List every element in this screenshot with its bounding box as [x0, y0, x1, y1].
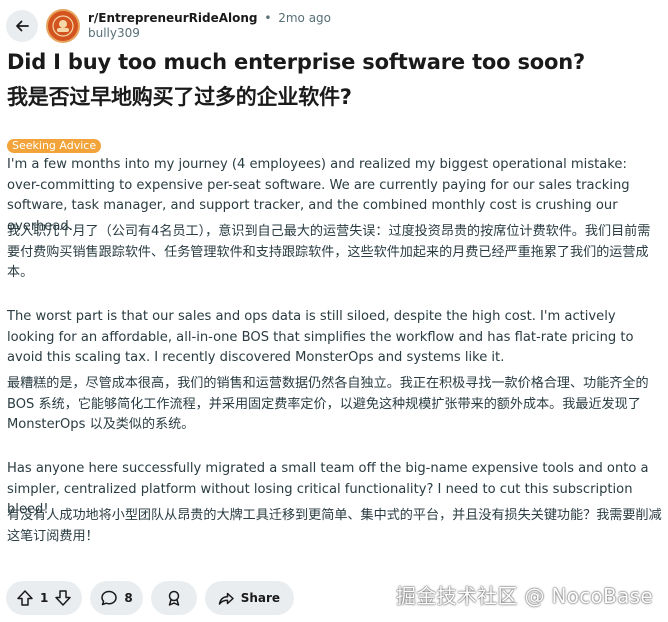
subreddit-avatar[interactable] — [46, 9, 80, 43]
post-actions-bar: 1 8 Share — [6, 581, 295, 615]
arrow-down-icon[interactable] — [54, 589, 72, 607]
arrow-left-icon — [16, 20, 29, 32]
award-button[interactable] — [150, 581, 197, 615]
post-body-paragraph: 有没有人成功地将小型团队从昂贵的大牌工具迁移到更简单、集中式的平台，并且没有损失… — [7, 508, 662, 544]
comments-button[interactable]: 8 — [90, 581, 143, 615]
post-title: Did I buy too much enterprise software t… — [7, 50, 585, 74]
post-flair[interactable]: Seeking Advice — [7, 139, 102, 153]
post-time: 2mo ago — [278, 11, 332, 25]
comment-bubble-icon — [101, 590, 118, 606]
post-body-paragraph: 我入职几个月了（公司有4名员工），意识到自己最大的运营失误：过度投资昂贵的按席位… — [7, 224, 651, 280]
vote-control: 1 — [6, 581, 83, 615]
share-button[interactable]: Share — [204, 581, 295, 615]
post-meta-top: r/EntrepreneurRideAlong • 2mo ago — [88, 11, 331, 26]
author-link[interactable]: bully309 — [88, 26, 331, 41]
post-header: r/EntrepreneurRideAlong • 2mo ago bully3… — [6, 8, 662, 44]
share-label: Share — [240, 591, 281, 605]
vote-count: 1 — [40, 591, 49, 605]
meta-separator: • — [264, 11, 272, 25]
watermark: 掘金技术社区 @ NocoBase — [396, 584, 653, 608]
subreddit-logo-icon — [49, 12, 77, 40]
subreddit-link[interactable]: r/EntrepreneurRideAlong — [88, 11, 257, 25]
share-arrow-icon — [218, 592, 234, 605]
award-icon — [168, 590, 179, 606]
back-button[interactable] — [6, 10, 38, 42]
arrow-up-icon[interactable] — [16, 589, 34, 607]
post-body-paragraph: 最糟糕的是，尽管成本很高，我们的销售和运营数据仍然各自独立。我正在积极寻找一款价… — [7, 376, 649, 432]
post-meta: r/EntrepreneurRideAlong • 2mo ago bully3… — [88, 11, 331, 41]
comment-count: 8 — [124, 591, 133, 605]
post-body-paragraph: The worst part is that our sales and ops… — [7, 309, 634, 365]
post-title-translation: 我是否过早地购买了过多的企业软件? — [7, 85, 352, 109]
